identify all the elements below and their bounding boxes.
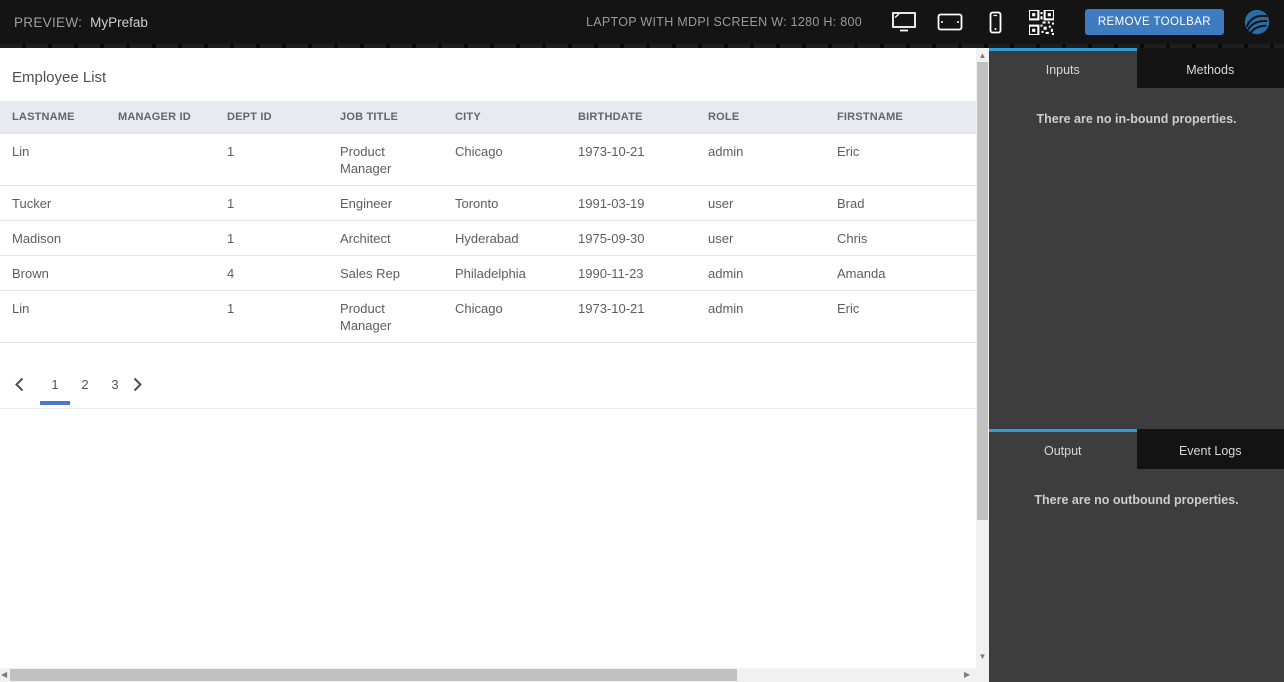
qr-code-icon[interactable] <box>1027 7 1057 37</box>
output-empty-message: There are no outbound properties. <box>1034 493 1239 507</box>
page-button-2[interactable]: 2 <box>70 377 100 401</box>
column-header[interactable]: ROLE <box>696 101 825 134</box>
table-cell: 1991-03-19 <box>566 185 696 221</box>
tab-inputs[interactable]: Inputs <box>989 48 1137 88</box>
column-header[interactable]: DEPT ID <box>215 101 328 134</box>
column-header[interactable]: JOB TITLE <box>328 101 443 134</box>
output-eventlogs-group: Output Event Logs There are no outbound … <box>989 429 1284 507</box>
vertical-scrollbar[interactable]: ▲ ▼ <box>976 48 989 682</box>
table-cell: 1 <box>215 290 328 343</box>
vertical-scrollbar-thumb[interactable] <box>977 62 988 520</box>
table-cell: 1 <box>215 185 328 221</box>
table-cell: Lin <box>0 290 106 343</box>
prefab-preview-pane: Employee List LASTNAME MANAGER ID DEPT I… <box>0 48 976 668</box>
wavemaker-logo <box>1242 7 1272 37</box>
properties-panel: Inputs Methods There are no in-bound pro… <box>989 48 1284 682</box>
table-cell: Philadelphia <box>443 255 566 291</box>
tab-event-logs[interactable]: Event Logs <box>1136 429 1284 469</box>
table-cell <box>106 290 215 343</box>
chevron-right-icon[interactable] <box>132 377 158 401</box>
table-cell: Hyderabad <box>443 220 566 256</box>
tab-output[interactable]: Output <box>989 429 1137 469</box>
table-cell: Sales Rep <box>328 255 443 291</box>
horizontal-scrollbar-thumb[interactable] <box>10 669 737 681</box>
scroll-left-button[interactable]: ◀ <box>1 671 7 679</box>
preview-window: PREVIEW: MyPrefab LAPTOP WITH MDPI SCREE… <box>0 0 1284 682</box>
table-cell <box>106 255 215 291</box>
table-cell: Product Manager <box>328 290 443 343</box>
device-info-label: LAPTOP WITH MDPI SCREEN W: 1280 H: 800 <box>585 15 863 29</box>
column-header[interactable]: LASTNAME <box>0 101 106 134</box>
table-cell: Lin <box>0 133 106 186</box>
phone-portrait-icon[interactable] <box>981 7 1011 37</box>
tablet-landscape-icon[interactable] <box>935 7 965 37</box>
table-cell: Engineer <box>328 185 443 221</box>
table-row[interactable]: Lin 1 Product Manager Chicago 1973-10-21… <box>0 133 976 186</box>
table-cell: Tucker <box>0 185 106 221</box>
table-cell: Amanda <box>825 255 976 291</box>
table-cell <box>106 220 215 256</box>
table-cell: Brown <box>0 255 106 291</box>
table-row[interactable]: Tucker 1 Engineer Toronto 1991-03-19 use… <box>0 185 976 221</box>
tab-row: Output Event Logs <box>989 429 1284 469</box>
table-cell: Chicago <box>443 290 566 343</box>
column-header[interactable]: MANAGER ID <box>106 101 215 134</box>
table-cell: Eric <box>825 133 976 186</box>
table-cell: Architect <box>328 220 443 256</box>
table-cell <box>106 133 215 186</box>
preview-toolbar: PREVIEW: MyPrefab LAPTOP WITH MDPI SCREE… <box>0 0 1284 48</box>
scroll-up-button[interactable]: ▲ <box>979 52 987 60</box>
horizontal-scrollbar[interactable]: ◀ ▶ <box>0 668 976 682</box>
tab-methods[interactable]: Methods <box>1136 48 1284 88</box>
column-header[interactable]: BIRTHDATE <box>566 101 696 134</box>
table-cell: 1973-10-21 <box>566 290 696 343</box>
laptop-screen-icon[interactable] <box>889 7 919 37</box>
remove-toolbar-button[interactable]: REMOVE TOOLBAR <box>1084 9 1224 35</box>
prefab-name: MyPrefab <box>90 14 148 30</box>
table-cell: admin <box>696 133 825 186</box>
table-cell: 1975-09-30 <box>566 220 696 256</box>
inputs-empty-message: There are no in-bound properties. <box>1036 112 1237 126</box>
page-button-1[interactable]: 1 <box>40 377 70 405</box>
column-header[interactable]: CITY <box>443 101 566 134</box>
table-cell: 1973-10-21 <box>566 133 696 186</box>
table-row[interactable]: Brown 4 Sales Rep Philadelphia 1990-11-2… <box>0 255 976 291</box>
scroll-down-button[interactable]: ▼ <box>979 653 987 661</box>
table-cell: Chicago <box>443 133 566 186</box>
table-cell: Madison <box>0 220 106 256</box>
table-cell: Toronto <box>443 185 566 221</box>
tab-row: Inputs Methods <box>989 48 1284 88</box>
scroll-right-button[interactable]: ▶ <box>964 671 970 679</box>
table-cell <box>106 185 215 221</box>
table-cell: 1 <box>215 220 328 256</box>
page-button-3[interactable]: 3 <box>100 377 130 401</box>
table-cell: Eric <box>825 290 976 343</box>
chevron-left-icon[interactable] <box>14 377 40 401</box>
table-cell: Product Manager <box>328 133 443 186</box>
toolbar-title: PREVIEW: MyPrefab <box>14 0 148 44</box>
table-cell: user <box>696 220 825 256</box>
preview-label: PREVIEW: <box>14 14 83 30</box>
table-cell: Chris <box>825 220 976 256</box>
table-cell: 1 <box>215 133 328 186</box>
column-header[interactable]: FIRSTNAME <box>825 101 976 134</box>
inputs-methods-group: Inputs Methods There are no in-bound pro… <box>989 48 1284 126</box>
table-cell: user <box>696 185 825 221</box>
pagination: 1 2 3 <box>0 343 976 409</box>
table-cell: Brad <box>825 185 976 221</box>
employee-table: LASTNAME MANAGER ID DEPT ID JOB TITLE CI… <box>0 101 976 343</box>
grid-title: Employee List <box>12 69 107 86</box>
table-header-row: LASTNAME MANAGER ID DEPT ID JOB TITLE CI… <box>0 101 976 134</box>
table-row[interactable]: Madison 1 Architect Hyderabad 1975-09-30… <box>0 220 976 256</box>
toolbar-actions: REMOVE TOOLBAR <box>889 0 1276 44</box>
table-row[interactable]: Lin 1 Product Manager Chicago 1973-10-21… <box>0 290 976 343</box>
table-cell: 4 <box>215 255 328 291</box>
table-cell: admin <box>696 255 825 291</box>
table-cell: 1990-11-23 <box>566 255 696 291</box>
table-cell: admin <box>696 290 825 343</box>
